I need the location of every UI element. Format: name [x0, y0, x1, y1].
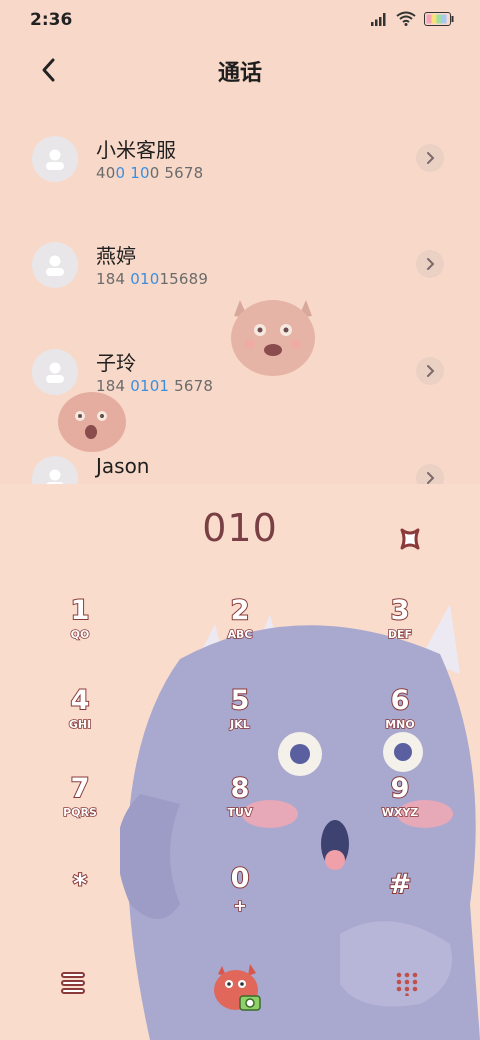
page-title: 通话	[217, 61, 262, 86]
key-digit: #	[388, 869, 413, 901]
monster-call-icon	[214, 964, 261, 1011]
backspace-icon	[400, 528, 420, 550]
wifi-icon	[396, 11, 416, 26]
key-8[interactable]: 8 TUV	[180, 773, 300, 848]
key-digit: 3	[390, 595, 411, 627]
contact-name: Jason	[96, 454, 150, 478]
number-part: 5678	[169, 377, 214, 395]
number-part: 40	[96, 164, 116, 182]
keypad-toggle-button[interactable]	[394, 970, 420, 997]
key-letters: QO	[70, 627, 90, 642]
person-icon	[46, 149, 64, 170]
key-9[interactable]: 9 WXYZ	[340, 773, 460, 848]
battery-icon	[424, 11, 454, 26]
menu-icon	[61, 972, 85, 994]
key-letters: PQRS	[62, 805, 97, 820]
key-3[interactable]: 3 DEF	[340, 595, 460, 670]
contact-row[interactable]: Jason	[0, 430, 480, 484]
signal-icon	[371, 12, 386, 26]
contact-list: 小米客服 400 100 5678 燕婷 184 01015689 子玲 184…	[0, 110, 480, 484]
contact-number: 400 100 5678	[96, 164, 203, 182]
key-digit: 9	[390, 773, 411, 805]
key-digit: *	[72, 869, 88, 901]
key-letters: GHI	[68, 717, 92, 732]
avatar	[32, 349, 78, 395]
dialpad-panel: 010 1 QO 2 ABC 3 DEF 4 GHI 5 JKL 6 MNO 7…	[0, 484, 480, 1040]
contact-detail-button[interactable]	[416, 250, 444, 278]
key-star[interactable]: *	[20, 869, 140, 944]
key-letters: DEF	[387, 627, 413, 642]
key-5[interactable]: 5 JKL	[180, 685, 300, 760]
person-icon	[46, 255, 64, 276]
key-digit: 4	[70, 685, 91, 717]
key-hash[interactable]: #	[340, 869, 460, 944]
contact-number: 184 01015689	[96, 270, 208, 288]
delete-button[interactable]	[394, 524, 426, 554]
key-letters: TUV	[227, 805, 254, 820]
avatar	[32, 242, 78, 288]
contact-number: 184 0101 5678	[96, 377, 213, 395]
key-letters: +	[232, 895, 247, 916]
key-2[interactable]: 2 ABC	[180, 595, 300, 670]
number-part: 184	[96, 270, 131, 288]
contact-detail-button[interactable]	[416, 144, 444, 172]
chevron-right-icon	[427, 472, 435, 484]
key-1[interactable]: 1 QO	[20, 595, 140, 670]
avatar	[32, 456, 78, 484]
person-icon	[46, 469, 64, 484]
contact-row[interactable]: 子玲 184 0101 5678	[0, 323, 480, 430]
key-6[interactable]: 6 MNO	[340, 685, 460, 760]
key-letters: ABC	[227, 627, 254, 642]
key-digit: 6	[390, 685, 411, 717]
status-icons	[370, 11, 454, 26]
dialpad-icon	[396, 972, 418, 997]
contact-detail-button[interactable]	[416, 464, 444, 484]
number-part: 0 5678	[149, 164, 204, 182]
chevron-right-icon	[427, 258, 435, 270]
number-match: 0 10	[115, 164, 150, 182]
number-part: 15689	[159, 270, 209, 288]
chevron-right-icon	[427, 152, 435, 164]
number-match: 0101	[130, 377, 170, 395]
avatar	[32, 136, 78, 182]
contact-detail-button[interactable]	[416, 357, 444, 385]
contact-row[interactable]: 小米客服 400 100 5678	[0, 110, 480, 217]
menu-button[interactable]	[60, 970, 88, 996]
key-0[interactable]: 0 +	[180, 863, 300, 938]
key-digit: 8	[230, 773, 251, 805]
key-digit: 5	[230, 685, 251, 717]
key-7[interactable]: 7 PQRS	[20, 773, 140, 848]
contact-row[interactable]: 燕婷 184 01015689	[0, 216, 480, 323]
number-match: 010	[130, 270, 160, 288]
key-digit: 0	[230, 863, 251, 895]
call-button[interactable]	[210, 958, 264, 1014]
chevron-right-icon	[427, 365, 435, 377]
contact-name: 燕婷	[96, 244, 136, 268]
key-digit: 2	[230, 595, 251, 627]
contact-name: 子玲	[96, 351, 136, 375]
key-4[interactable]: 4 GHI	[20, 685, 140, 760]
status-time: 2:36	[30, 10, 73, 30]
key-digit: 7	[70, 773, 91, 805]
key-letters: WXYZ	[381, 805, 419, 820]
number-part: 184	[96, 377, 131, 395]
person-icon	[46, 362, 64, 383]
key-letters: MNO	[384, 717, 415, 732]
status-bar: 2:36	[0, 0, 480, 40]
key-digit: 1	[70, 595, 91, 627]
key-letters: JKL	[229, 717, 250, 732]
contact-name: 小米客服	[96, 138, 176, 162]
